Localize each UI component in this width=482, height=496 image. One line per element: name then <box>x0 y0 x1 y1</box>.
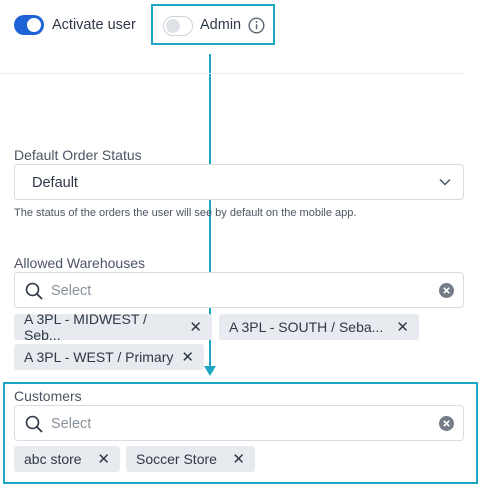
activate-user-toggle[interactable] <box>14 15 44 35</box>
info-icon[interactable] <box>248 17 265 34</box>
default-order-status-select[interactable]: Default <box>14 164 464 200</box>
customers-label: Customers <box>14 388 82 404</box>
selected-value: Default <box>32 175 78 191</box>
warehouse-chip: A 3PL - WEST / Primary ✕ <box>14 344 204 370</box>
chip-label: Soccer Store <box>136 451 217 467</box>
default-order-status-help: The status of the orders the user will s… <box>14 207 357 219</box>
chip-label: A 3PL - MIDWEST / Seb... <box>24 311 147 343</box>
allowed-warehouses-label: Allowed Warehouses <box>14 255 145 271</box>
close-icon[interactable]: ✕ <box>224 450 245 468</box>
warehouse-chip: A 3PL - MIDWEST / Seb... ✕ <box>14 311 212 343</box>
clear-circle-icon[interactable] <box>439 283 454 298</box>
section-divider <box>0 73 463 74</box>
default-order-status-label: Default Order Status <box>14 147 142 163</box>
chip-label: A 3PL - SOUTH / Seba... <box>229 319 384 335</box>
search-placeholder: Select <box>51 283 92 299</box>
clear-circle-icon[interactable] <box>439 416 454 431</box>
close-icon[interactable]: ✕ <box>173 348 194 366</box>
close-icon[interactable]: ✕ <box>181 318 202 336</box>
warehouse-chip: A 3PL - SOUTH / Seba... ✕ <box>219 314 419 340</box>
chip-label: A 3PL - WEST / Primary <box>24 349 174 365</box>
activate-user-label: Activate user <box>52 17 136 33</box>
search-icon <box>25 282 43 300</box>
admin-toggle[interactable] <box>163 16 193 36</box>
close-icon[interactable]: ✕ <box>388 318 409 336</box>
customers-input[interactable]: Select <box>14 405 464 441</box>
customer-chip: abc store ✕ <box>14 446 120 472</box>
customer-chip: Soccer Store ✕ <box>126 446 255 472</box>
allowed-warehouses-input[interactable]: Select <box>14 272 464 308</box>
toggle-knob <box>166 19 180 33</box>
chip-label: abc store <box>24 451 82 467</box>
admin-label: Admin <box>200 17 242 33</box>
search-placeholder: Select <box>51 416 92 432</box>
chevron-down-icon <box>439 178 451 186</box>
search-icon <box>25 415 43 433</box>
toggle-knob <box>27 18 41 32</box>
close-icon[interactable]: ✕ <box>89 450 110 468</box>
